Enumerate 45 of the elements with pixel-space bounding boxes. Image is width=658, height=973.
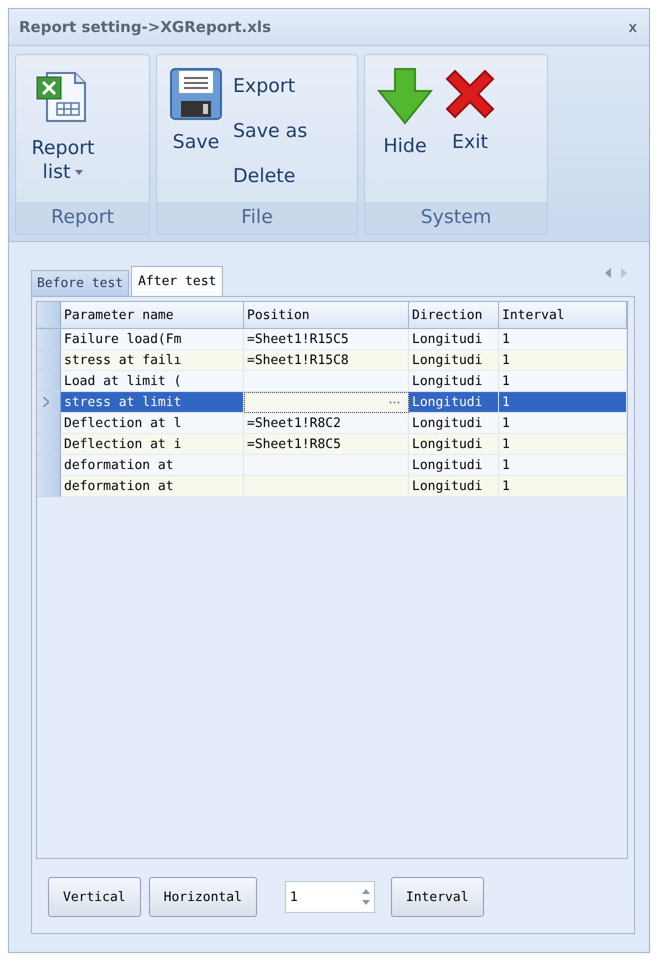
ribbon-button[interactable]: Hide xyxy=(377,63,433,198)
ribbon-button[interactable]: Save xyxy=(169,63,223,198)
horizontal-button[interactable]: Horizontal xyxy=(148,877,257,917)
spin-field[interactable]: 1 xyxy=(284,881,375,913)
row-header[interactable] xyxy=(37,371,61,392)
row-header[interactable] xyxy=(37,476,61,497)
row-header[interactable] xyxy=(37,413,61,434)
row-header[interactable] xyxy=(37,329,61,350)
left-arrow-icon[interactable] xyxy=(605,268,611,278)
table-cell[interactable]: stress at limit xyxy=(61,392,244,413)
tab[interactable]: Before test xyxy=(31,270,130,297)
column-header[interactable]: Interval xyxy=(499,302,627,328)
close-button[interactable]: x xyxy=(626,18,639,36)
column-header[interactable]: Position xyxy=(244,302,409,328)
ribbon-button[interactable]: Export xyxy=(233,74,308,96)
row-header[interactable] xyxy=(37,434,61,455)
group-label: Report xyxy=(16,202,149,234)
table-cell[interactable]: Longitudi xyxy=(409,476,499,497)
row-header[interactable] xyxy=(37,455,61,476)
ellipsis-icon[interactable] xyxy=(389,401,400,404)
ribbon-button[interactable]: Save as xyxy=(233,120,308,142)
spinner-arrows-icon xyxy=(362,888,370,906)
vertical-button[interactable]: Vertical xyxy=(48,877,141,917)
group-label: File xyxy=(157,202,357,234)
table-cell[interactable]: Longitudi xyxy=(409,392,499,413)
column-header[interactable]: Parameter name xyxy=(61,302,244,328)
row-header[interactable] xyxy=(37,392,61,413)
caret-icon xyxy=(75,170,84,176)
row-header[interactable] xyxy=(37,350,61,371)
table-cell[interactable]: 1 xyxy=(499,392,627,413)
close-icon xyxy=(443,67,497,121)
ribbon-button[interactable]: Delete xyxy=(233,164,308,186)
interval-button[interactable]: Interval xyxy=(390,877,484,917)
table-cell[interactable] xyxy=(244,392,409,413)
right-arrow-icon[interactable] xyxy=(621,268,627,278)
window-title: Report setting->XGReport.xls xyxy=(19,18,272,36)
group-label: System xyxy=(365,202,547,234)
down-arrow-icon xyxy=(377,67,433,125)
table-cell[interactable]: 1 xyxy=(499,476,627,497)
ribbon-button[interactable]: Exit xyxy=(443,63,497,198)
table-cell[interactable]: deformation at xyxy=(61,476,244,497)
ribbon-button[interactable]: Report list xyxy=(28,63,98,198)
column-header[interactable]: Direction xyxy=(409,302,499,328)
row-header xyxy=(37,302,61,328)
tab[interactable]: After test xyxy=(131,266,224,297)
